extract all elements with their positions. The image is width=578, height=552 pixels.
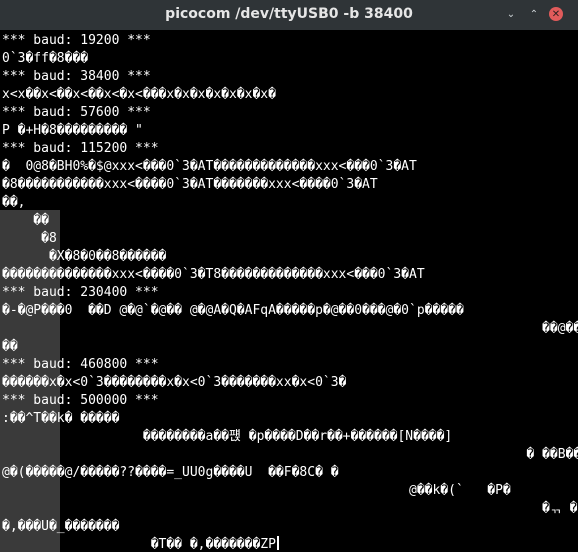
minimize-icon: ⌄: [506, 8, 516, 20]
close-button[interactable]: ✕: [549, 7, 563, 21]
terminal-line: ��@���: [2, 321, 578, 336]
terminal-line: ��: [2, 213, 49, 228]
terminal-line: ��������������xxx<����0`3�T8������������…: [2, 267, 425, 282]
terminal-line: � ��B����: [2, 447, 578, 462]
terminal-line: @�(�����@/�����??����=_UU0g����U ��F�8C�…: [2, 465, 339, 480]
terminal-line: ������x�x<0`3��������x�x<0`3�������xx�x<…: [2, 375, 347, 390]
terminal-line: *** baud: 500000 ***: [2, 393, 159, 408]
terminal-line: �ᆩ � I���: [2, 501, 578, 516]
window-titlebar: picocom /dev/ttyUSB0 -b 38400 ⌄ ⌃ ✕: [0, 0, 578, 31]
terminal-line: �,���U�_�������: [2, 519, 120, 534]
terminal-line: *** baud: 19200 ***: [2, 33, 151, 48]
terminal-line: @��k�(` �P�: [2, 483, 511, 498]
terminal-line: ��: [2, 339, 18, 354]
terminal-line: �8�����������xxx<����0`3�AT�������xxx<��…: [2, 177, 378, 192]
terminal-line: �-�@P���0 ��D @�@`�@�� @�@A�Q�AFqA�����p…: [2, 303, 464, 318]
terminal-line: *** baud: 115200 ***: [2, 141, 159, 156]
terminal-line: *** baud: 230400 ***: [2, 285, 159, 300]
close-icon: ✕: [551, 8, 561, 20]
terminal-line: �8: [2, 231, 57, 246]
terminal-line: *** baud: 460800 ***: [2, 357, 159, 372]
terminal-line: P �+H�8��������� ": [2, 123, 143, 138]
terminal-line: �X�8�0��8������: [2, 249, 167, 264]
maximize-icon: ⌃: [529, 8, 539, 20]
terminal-line: �T�� �,�������ZP: [2, 536, 279, 552]
terminal-line: *** baud: 38400 ***: [2, 69, 151, 84]
terminal-line: 0`3�ff�8���: [2, 51, 89, 66]
terminal-area[interactable]: *** baud: 19200 *** 0`3�ff�8��� *** baud: …: [0, 30, 578, 552]
maximize-button[interactable]: ⌃: [527, 7, 541, 21]
terminal-line: *** baud: 57600 ***: [2, 105, 151, 120]
terminal-line: x<x��x<��x<��x<�x<���x�x�x�x�x�x�x�: [2, 87, 276, 102]
window-title: picocom /dev/ttyUSB0 -b 38400: [165, 6, 413, 22]
terminal-line: ��,: [2, 195, 26, 210]
terminal-cursor: [276, 536, 279, 550]
terminal-line: ��������a��퍥 �p����D��r��+������[N����]: [2, 429, 453, 444]
terminal-line: � 0@8�BH0%�$@xxx<���0`3�AT�������������x…: [2, 159, 417, 174]
terminal-line: :��^T��k� �����: [2, 411, 120, 426]
minimize-button[interactable]: ⌄: [504, 7, 518, 21]
